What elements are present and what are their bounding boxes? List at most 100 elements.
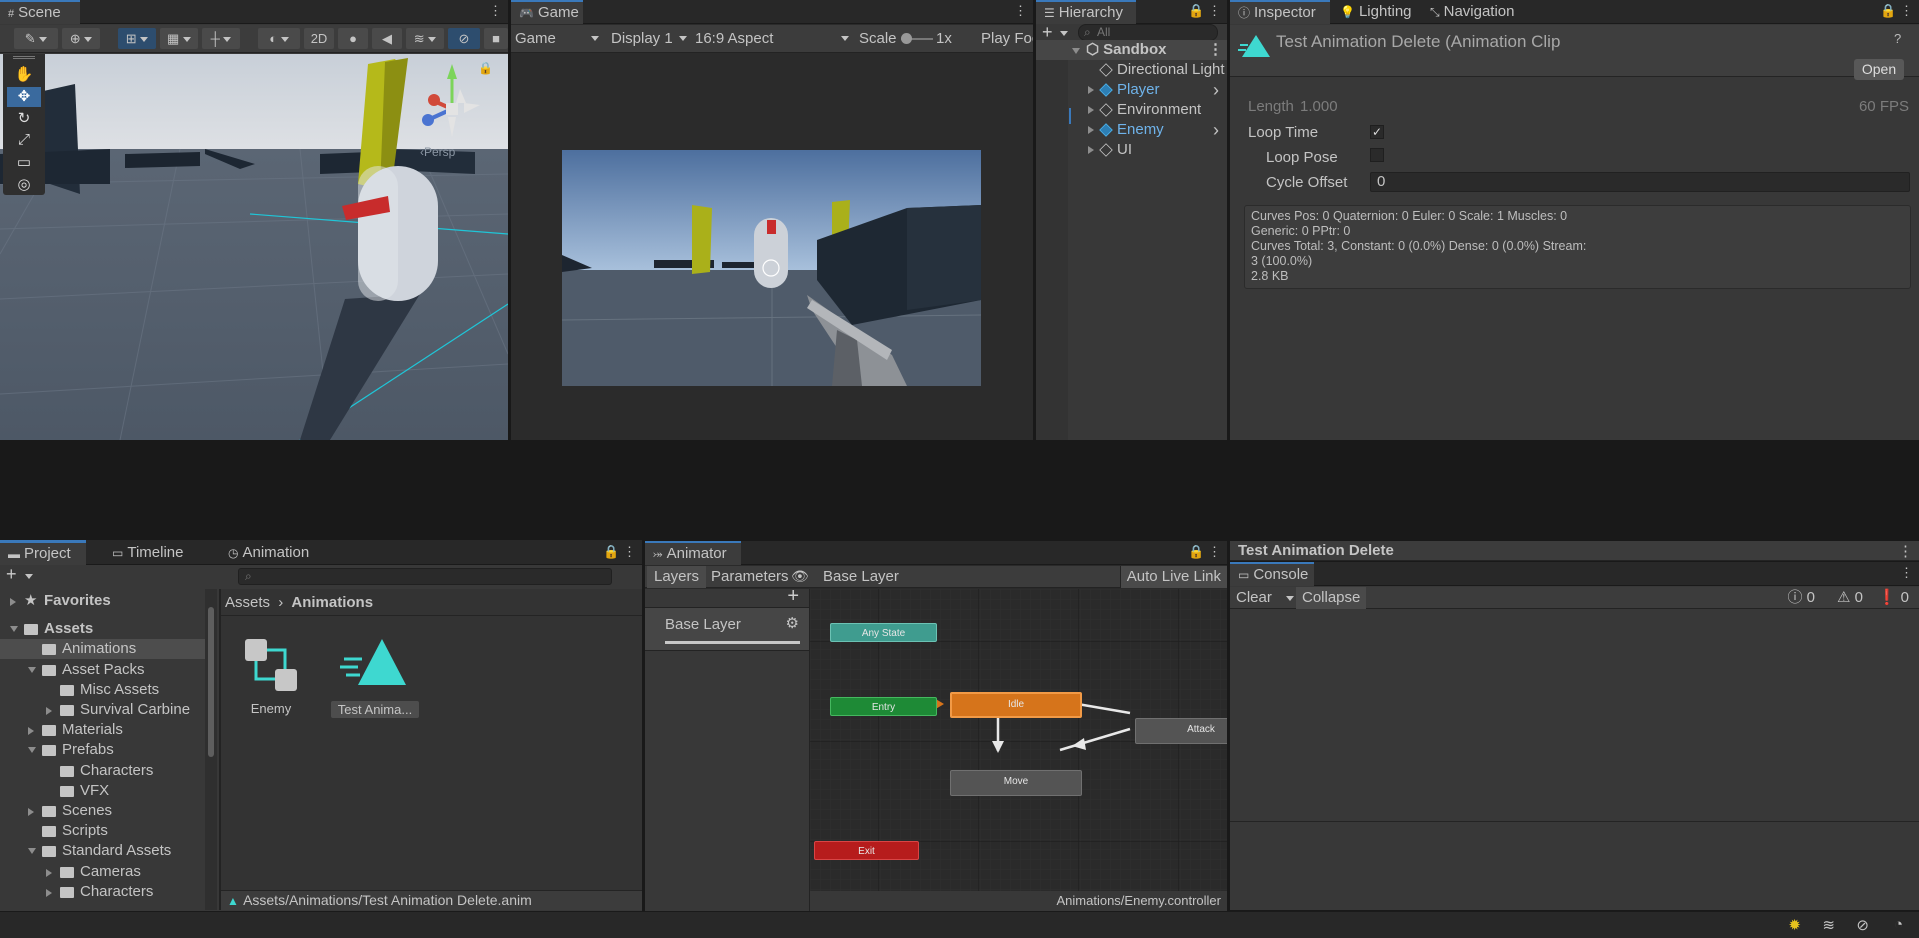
hierarchy-search-input[interactable]: ⌕ All bbox=[1078, 24, 1218, 41]
add-caret-icon[interactable] bbox=[1060, 31, 1068, 36]
scene-viewport[interactable]: ‹Persp 🔒 ✋ ✥ ↻ ⤢ ▭ ◎ bbox=[0, 54, 508, 440]
create-caret-icon[interactable] bbox=[25, 574, 33, 579]
header-icons[interactable]: ? bbox=[1894, 31, 1915, 46]
tab-navigation[interactable]: ⤡ Navigation bbox=[1422, 0, 1525, 24]
tab-hierarchy[interactable]: ☰ Hierarchy bbox=[1036, 0, 1136, 24]
tab-scene[interactable]: # Scene bbox=[0, 0, 80, 24]
project-tree-item[interactable]: Scripts bbox=[0, 821, 205, 841]
game-viewport[interactable] bbox=[562, 150, 981, 386]
hierarchy-item[interactable]: UI bbox=[1036, 140, 1227, 160]
gear-icon[interactable]: ⚙ bbox=[786, 614, 799, 632]
layers-icon[interactable]: ≋ bbox=[1822, 916, 1835, 934]
more-icon[interactable]: ⋮ bbox=[489, 3, 502, 19]
expand-icon[interactable] bbox=[10, 598, 16, 606]
global-local-button[interactable]: ⊕ bbox=[62, 28, 100, 49]
tab-animation[interactable]: ◷Animation bbox=[220, 541, 319, 565]
game-mode-dropdown[interactable]: Game bbox=[515, 28, 601, 49]
project-tree-item[interactable]: Cameras bbox=[0, 862, 205, 882]
2d-toggle[interactable]: 2D bbox=[304, 28, 334, 49]
project-tree-item[interactable]: ★ Favorites bbox=[0, 591, 205, 611]
increment-snap-button[interactable]: ┼ bbox=[202, 28, 240, 49]
project-tree-item[interactable]: Materials bbox=[0, 720, 205, 740]
expand-icon[interactable] bbox=[28, 808, 34, 816]
asset-tile-selected[interactable]: Test Anima... bbox=[331, 635, 419, 718]
snap-button[interactable]: ⊞ bbox=[118, 28, 156, 49]
eye-icon[interactable]: 👁 bbox=[791, 568, 809, 585]
expand-icon[interactable] bbox=[1088, 146, 1094, 154]
error-counter[interactable]: ❗ 0 bbox=[1878, 587, 1909, 609]
exit-node[interactable]: Exit bbox=[814, 841, 919, 860]
lock-more-icon[interactable]: 🔒 ⋮ bbox=[1880, 3, 1913, 19]
project-tree-item[interactable]: Misc Assets bbox=[0, 680, 205, 700]
aspect-dropdown[interactable]: 16:9 Aspect bbox=[695, 28, 851, 49]
attack-node[interactable]: Attack bbox=[1135, 718, 1227, 744]
rect-tool-icon[interactable]: ▭ bbox=[7, 153, 41, 173]
tab-inspector[interactable]: ⓘ Inspector bbox=[1230, 0, 1330, 24]
draw-mode-button[interactable]: ✎ bbox=[14, 28, 58, 49]
hierarchy-item[interactable]: Environment bbox=[1036, 100, 1227, 120]
prefab-open-icon[interactable]: › bbox=[1213, 120, 1219, 140]
expand-icon[interactable] bbox=[28, 747, 36, 754]
expand-icon[interactable] bbox=[46, 868, 52, 877]
project-tree-item[interactable]: Characters bbox=[0, 882, 205, 902]
expand-icon[interactable] bbox=[1088, 86, 1094, 94]
project-tree-item[interactable]: Survival Carbine bbox=[0, 700, 205, 720]
expand-icon[interactable] bbox=[1088, 126, 1094, 134]
log-counter[interactable]: ⓘ 0 bbox=[1787, 587, 1815, 609]
warning-counter[interactable]: ⚠ 0 bbox=[1837, 587, 1863, 609]
expand-icon[interactable] bbox=[46, 707, 52, 715]
scale-tool-icon[interactable]: ⤢ bbox=[7, 131, 41, 151]
tab-lighting[interactable]: 💡 Lighting bbox=[1332, 0, 1422, 24]
hierarchy-root[interactable]: ⬡ Sandbox ⋮ bbox=[1036, 40, 1227, 60]
idle-node[interactable]: Idle bbox=[950, 692, 1082, 718]
any-state-node[interactable]: Any State bbox=[830, 623, 937, 642]
breadcrumb-item[interactable]: Animations bbox=[291, 594, 373, 611]
add-layer-icon[interactable]: + bbox=[787, 585, 799, 608]
loop-time-checkbox[interactable]: ✓ bbox=[1370, 123, 1384, 140]
expand-icon[interactable] bbox=[1072, 48, 1080, 54]
tab-animator[interactable]: ⤖ Animator bbox=[645, 541, 741, 565]
expand-icon[interactable] bbox=[1088, 106, 1094, 114]
project-tree-item[interactable]: Standard Assets bbox=[0, 841, 205, 861]
auto-live-link-button[interactable]: Auto Live Link bbox=[1119, 566, 1227, 588]
open-button[interactable]: Open bbox=[1854, 59, 1904, 80]
hidden-toggle-icon[interactable]: ⊘ bbox=[448, 28, 480, 49]
tab-project[interactable]: ▬Project bbox=[0, 541, 86, 565]
project-tree-item[interactable]: Animations bbox=[0, 639, 205, 660]
tab-game[interactable]: 🎮 Game bbox=[511, 0, 583, 24]
prefab-open-icon[interactable]: › bbox=[1213, 80, 1219, 100]
clear-button[interactable]: Clear bbox=[1230, 587, 1278, 609]
create-icon[interactable]: + bbox=[6, 564, 17, 585]
project-tree-item[interactable]: Characters bbox=[0, 761, 205, 781]
layer-item[interactable]: Base Layer ⚙ bbox=[645, 607, 809, 651]
light-icon[interactable]: ◔ bbox=[1894, 916, 1903, 933]
entry-node[interactable]: Entry bbox=[830, 697, 937, 716]
rotate-tool-icon[interactable]: ↻ bbox=[7, 109, 41, 129]
expand-icon[interactable] bbox=[28, 666, 36, 673]
audio-toggle-icon[interactable]: ◀ bbox=[372, 28, 402, 49]
project-tree-item[interactable]: VFX bbox=[0, 781, 205, 801]
move-node[interactable]: Move bbox=[950, 770, 1082, 796]
asset-tile[interactable]: Enemy bbox=[241, 635, 301, 716]
display-dropdown[interactable]: Display 1 bbox=[611, 28, 689, 49]
transform-tool-icon[interactable]: ◎ bbox=[7, 175, 41, 195]
bug-icon[interactable]: ✹ bbox=[1788, 916, 1801, 934]
tab-timeline[interactable]: ▭Timeline bbox=[104, 541, 193, 565]
effects-toggle-icon[interactable]: ≋ bbox=[406, 28, 444, 49]
network-icon[interactable]: ⊘ bbox=[1856, 916, 1869, 934]
scale-slider[interactable] bbox=[901, 33, 933, 44]
layer-breadcrumb[interactable]: Base Layer bbox=[817, 566, 905, 588]
lock-more-icon[interactable]: 🔒 ⋮ bbox=[1188, 3, 1221, 19]
project-tree-item[interactable]: Scenes bbox=[0, 801, 205, 821]
lighting-toggle-icon[interactable]: ● bbox=[338, 28, 368, 49]
shading-button[interactable]: ◐ bbox=[258, 28, 300, 49]
project-tree-item[interactable]: Assets bbox=[0, 619, 205, 639]
layers-tab[interactable]: Layers bbox=[647, 566, 707, 588]
hierarchy-item[interactable]: Player › bbox=[1036, 80, 1227, 100]
cycle-offset-input[interactable]: 0 bbox=[1370, 172, 1910, 192]
breadcrumb-item[interactable]: Assets bbox=[225, 594, 270, 611]
project-tree-item[interactable]: Prefabs bbox=[0, 740, 205, 760]
lock-more-icon[interactable]: 🔒 ⋮ bbox=[1188, 544, 1221, 560]
loop-pose-checkbox[interactable] bbox=[1370, 148, 1384, 166]
more-icon[interactable]: ⋮ bbox=[1898, 542, 1913, 560]
